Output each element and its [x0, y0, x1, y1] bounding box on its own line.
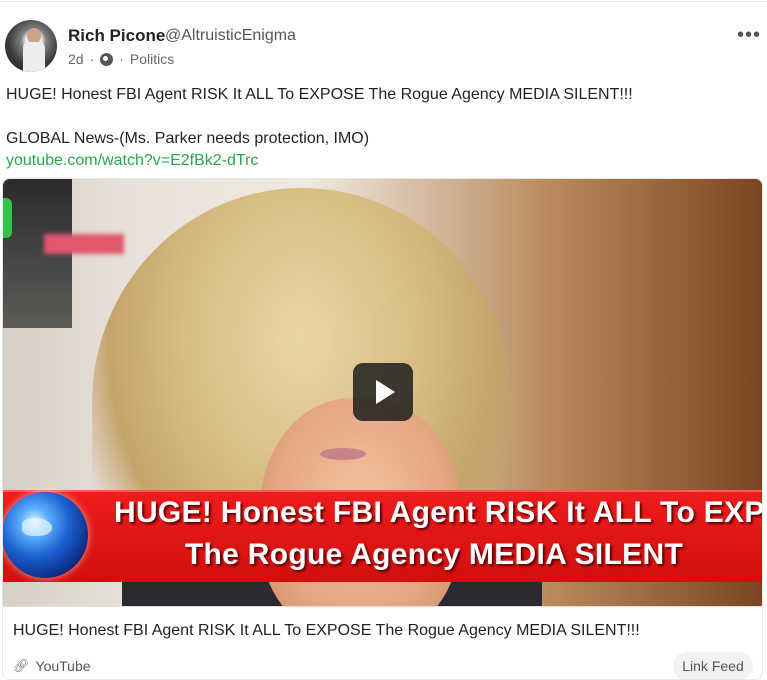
play-button[interactable]	[353, 363, 413, 421]
earth-globe-icon	[2, 492, 88, 578]
post-text: HUGE! Honest FBI Agent RISK It ALL To EX…	[6, 86, 633, 103]
link-feed-button[interactable]: Link Feed	[673, 652, 753, 680]
background-light	[2, 198, 12, 238]
divider	[2, 606, 763, 607]
author-name[interactable]: Rich Picone	[68, 26, 165, 46]
post-card: Rich Picone @AltruisticEnigma 2d · · Pol…	[0, 0, 767, 680]
play-icon	[376, 380, 395, 404]
post-category[interactable]: Politics	[130, 51, 174, 67]
source-name: YouTube	[35, 658, 91, 674]
link-icon: 🔗︎	[13, 658, 30, 673]
banner-text-line1: HUGE! Honest FBI Agent RISK It ALL To EX…	[114, 496, 763, 529]
link-source: 🔗︎ YouTube	[13, 658, 91, 674]
meta-separator: ·	[119, 51, 124, 67]
background-light	[44, 234, 124, 254]
author-handle[interactable]: @AltruisticEnigma	[165, 27, 296, 45]
post-link[interactable]: youtube.com/watch?v=E2fBk2-dTrc	[6, 152, 258, 170]
post-text-secondary: GLOBAL News-(Ms. Parker needs protection…	[6, 130, 370, 147]
post-age: 2d	[68, 51, 84, 67]
avatar-shirt	[23, 42, 45, 72]
person-lips	[320, 448, 366, 460]
video-thumbnail[interactable]: HUGE! Honest FBI Agent RISK It ALL To EX…	[2, 178, 763, 606]
avatar[interactable]	[5, 20, 57, 72]
globe-icon	[100, 52, 114, 66]
more-options-icon[interactable]: •••	[737, 25, 761, 45]
divider	[0, 1, 767, 2]
banner-text-line2: The Rogue Agency MEDIA SILENT	[184, 538, 684, 571]
post-meta: 2d · · Politics	[68, 51, 174, 67]
link-preview-title[interactable]: HUGE! Honest FBI Agent RISK It ALL To EX…	[13, 622, 640, 640]
meta-separator: ·	[89, 51, 95, 67]
